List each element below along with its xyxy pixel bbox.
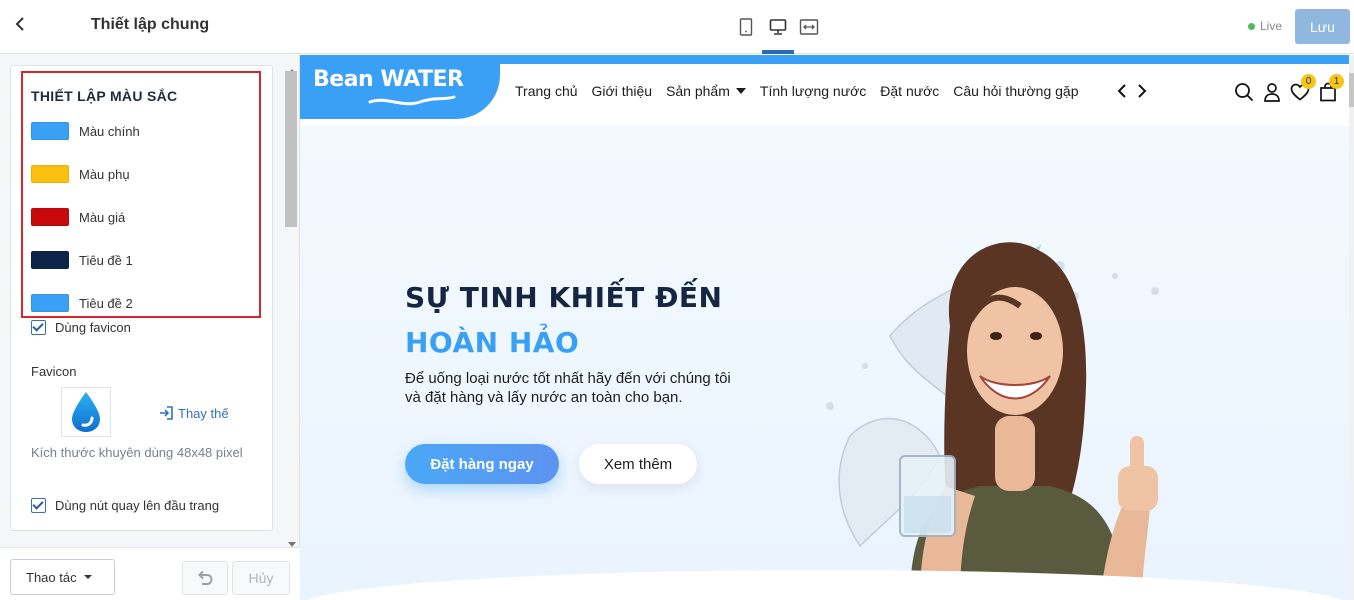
fullscreen-icon	[799, 19, 819, 35]
undo-button[interactable]	[182, 561, 228, 595]
color-settings-title: THIẾT LẬP MÀU SẮC	[31, 88, 178, 104]
hero-description: Để uống loại nước tốt nhất hãy đến với c…	[405, 370, 731, 406]
wishlist-button[interactable]: 0	[1286, 74, 1316, 103]
hero-woman-with-water-image	[826, 242, 1159, 600]
hero-title-line-2: HOÀN HẢO	[405, 326, 580, 359]
panel-title: Thiết lập chung	[90, 16, 210, 33]
top-toolbar: Live Lưu	[300, 0, 1354, 54]
fullscreen-view-button[interactable]	[795, 13, 823, 41]
hero-title-line-1: SỰ TINH KHIẾT ĐẾN	[405, 281, 723, 314]
preview-scrollbar-thumb[interactable]	[1349, 73, 1354, 107]
color-row-heading-2[interactable]: Tiêu đề 2	[31, 293, 133, 313]
undo-icon	[198, 570, 213, 585]
cart-button[interactable]: 1	[1314, 74, 1344, 103]
back-to-top-checkbox[interactable]	[31, 498, 46, 513]
water-drop-icon	[72, 392, 100, 432]
top-accent-stripe	[300, 55, 1349, 64]
status-label: Live	[1260, 19, 1283, 33]
hero-banner: SỰ TINH KHIẾT ĐẾN HOÀN HẢO Để uống loại …	[300, 126, 1349, 600]
cart-count-badge: 1	[1329, 74, 1344, 89]
heading2-color-swatch[interactable]	[31, 294, 69, 312]
search-icon	[1235, 83, 1254, 102]
color-label: Màu giá	[79, 209, 126, 225]
order-now-button[interactable]: Đặt hàng ngay	[405, 444, 559, 484]
main-nav: Trang chủ Giới thiệu Sản phẩm Tính lượng…	[515, 83, 1092, 99]
actions-label: Thao tác	[26, 569, 77, 585]
caret-down-icon	[83, 575, 92, 579]
preview-scrollbar[interactable]	[1349, 55, 1354, 600]
mobile-icon	[739, 18, 753, 36]
color-row-heading-1[interactable]: Tiêu đề 1	[31, 250, 133, 270]
color-row-price[interactable]: Màu giá	[31, 207, 125, 227]
user-icon	[1264, 83, 1280, 102]
back-to-top-label: Dùng nút quay lên đầu trang	[55, 498, 220, 513]
panel-scrollbar[interactable]	[284, 69, 298, 547]
favicon-preview	[61, 387, 111, 437]
heading1-color-swatch[interactable]	[31, 251, 69, 269]
nav-prev-button[interactable]	[1112, 81, 1132, 101]
site-header: Bean WATER Trang chủ Giới thiệu Sản phẩm…	[300, 64, 1349, 126]
color-row-primary[interactable]: Màu chính	[31, 121, 140, 141]
desktop-icon	[769, 19, 787, 35]
active-device-indicator	[762, 50, 794, 54]
mobile-view-button[interactable]	[732, 13, 760, 41]
color-label: Màu chính	[79, 123, 140, 139]
nav-item-faq[interactable]: Câu hỏi thường gặp	[953, 83, 1078, 99]
use-favicon-label: Dùng favicon	[55, 320, 131, 335]
settings-scroll-area[interactable]: THIẾT LẬP MÀU SẮC Màu chính Màu phụ Màu …	[0, 55, 300, 547]
account-button[interactable]	[1258, 81, 1286, 103]
chevron-right-icon	[1138, 84, 1147, 98]
import-icon	[160, 406, 173, 420]
color-label: Màu phụ	[79, 166, 130, 182]
nav-item-home[interactable]: Trang chủ	[515, 83, 578, 99]
favicon-label: Favicon	[31, 364, 77, 379]
logo-wave-icon	[368, 95, 456, 106]
back-to-top-option: Dùng nút quay lên đầu trang	[31, 498, 219, 513]
price-color-swatch[interactable]	[31, 208, 69, 226]
site-preview: Bean WATER Trang chủ Giới thiệu Sản phẩm…	[300, 55, 1349, 600]
logo-text: Bean WATER	[313, 67, 464, 92]
scrollbar-thumb[interactable]	[285, 71, 297, 227]
favicon-size-hint: Kích thước khuyên dùng 48x48 pixel	[31, 445, 243, 460]
replace-favicon-link[interactable]: Thay thế	[158, 405, 229, 421]
use-favicon-option: Dùng favicon	[31, 320, 131, 335]
caret-down-icon	[735, 88, 746, 94]
color-label: Tiêu đề 2	[79, 295, 133, 311]
cancel-button[interactable]: Hủy	[232, 561, 290, 595]
search-button[interactable]	[1230, 81, 1258, 103]
save-button[interactable]: Lưu	[1295, 9, 1350, 44]
highlight-box	[21, 71, 261, 318]
nav-item-water-calculator[interactable]: Tính lượng nước	[760, 83, 866, 99]
actions-dropdown-button[interactable]: Thao tác	[10, 559, 115, 595]
live-status: Live	[1248, 19, 1282, 33]
nav-item-products[interactable]: Sản phẩm	[666, 83, 746, 99]
chevron-left-icon	[1117, 84, 1126, 98]
use-favicon-checkbox[interactable]	[31, 320, 46, 335]
panel-footer: Thao tác Hủy	[0, 547, 300, 600]
nav-scroll-arrows	[1112, 81, 1152, 101]
panel-header: Thiết lập chung	[0, 0, 300, 54]
hero-bottom-wave	[300, 570, 1349, 600]
nav-item-about[interactable]: Giới thiệu	[592, 83, 653, 99]
nav-item-order-water[interactable]: Đặt nước	[880, 83, 939, 99]
status-dot-icon	[1248, 22, 1255, 30]
color-row-secondary[interactable]: Màu phụ	[31, 164, 130, 184]
replace-label: Thay thế	[178, 405, 229, 421]
nav-next-button[interactable]	[1132, 81, 1152, 101]
color-label: Tiêu đề 1	[79, 252, 133, 268]
secondary-color-swatch[interactable]	[31, 165, 69, 183]
header-icons: 0 1	[1230, 74, 1344, 103]
nav-item-label: Sản phẩm	[666, 83, 730, 99]
site-logo[interactable]: Bean WATER	[300, 64, 500, 119]
settings-card: THIẾT LẬP MÀU SẮC Màu chính Màu phụ Màu …	[10, 65, 273, 531]
desktop-view-button[interactable]	[764, 13, 792, 41]
settings-panel: Thiết lập chung THIẾT LẬP MÀU SẮC Màu ch…	[0, 0, 300, 600]
learn-more-button[interactable]: Xem thêm	[579, 444, 697, 484]
primary-color-swatch[interactable]	[31, 122, 69, 140]
